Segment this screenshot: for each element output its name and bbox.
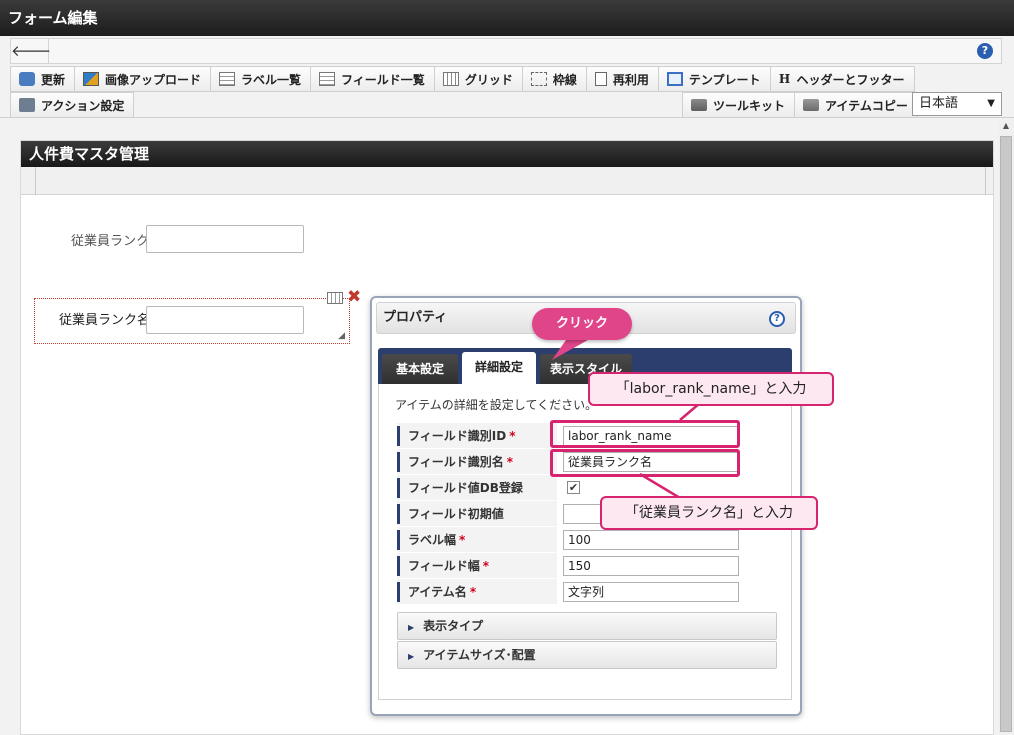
callout-input-name: 「従業員ランク名」と入力 [600,496,818,530]
click-callout: クリック [532,308,632,340]
annotation-leaders [552,340,701,500]
callout-input-id: 「labor_rank_name」と入力 [588,372,834,406]
leader-line-name [639,472,681,500]
click-callout-pointer [552,340,588,360]
